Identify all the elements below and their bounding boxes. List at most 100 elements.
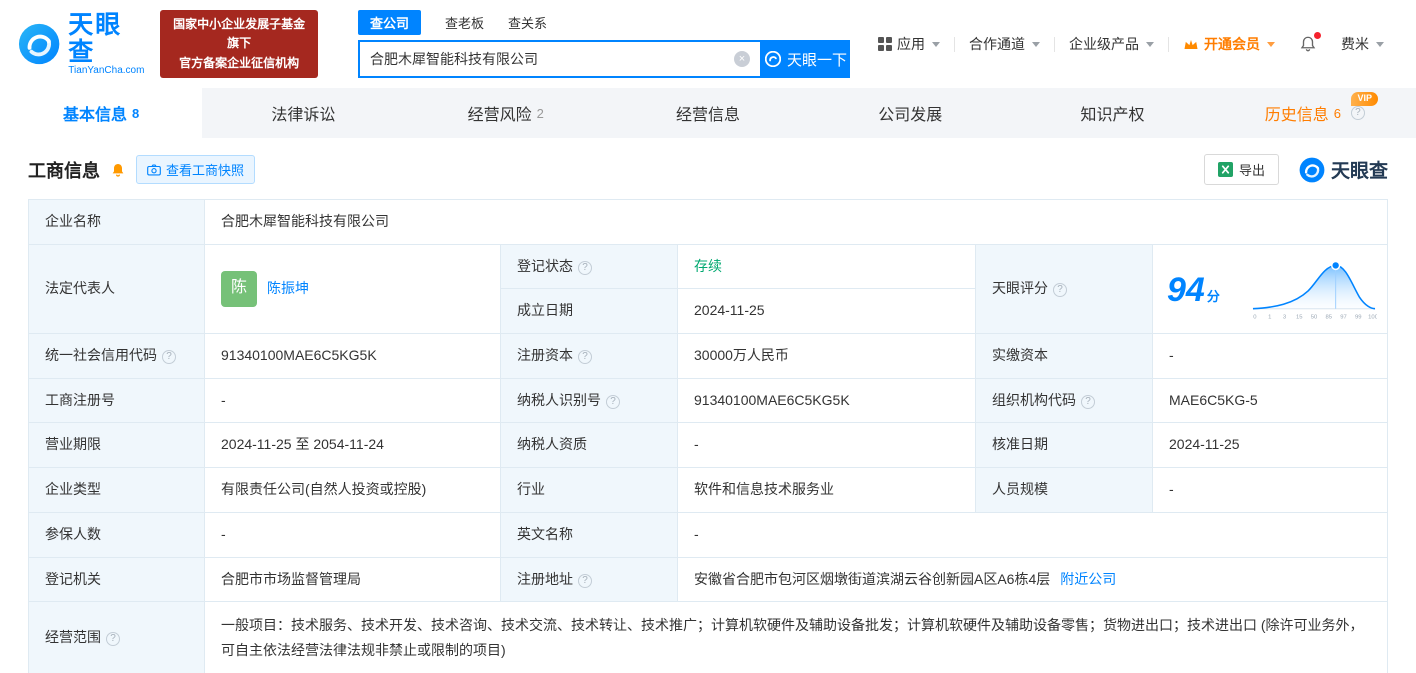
field-label-text: 注册资本	[517, 347, 573, 364]
help-icon[interactable]	[578, 260, 592, 275]
svg-text:50: 50	[1311, 314, 1318, 320]
search-button-logo-icon	[764, 51, 781, 67]
view-snapshot-button[interactable]: 查看工商快照	[136, 155, 256, 184]
search-button-label: 天眼一下	[786, 51, 847, 69]
tianyancha-logo[interactable]: 天眼查 TianYanCha.com	[18, 12, 146, 76]
help-icon[interactable]	[162, 350, 176, 365]
search-button[interactable]: 天眼一下	[762, 40, 850, 78]
search-box	[358, 40, 762, 78]
menu-user-label: 费米	[1341, 36, 1369, 52]
help-icon[interactable]	[1081, 394, 1095, 409]
search-tabs: 查公司 查老板 查关系	[358, 10, 850, 35]
company-name-value: 合肥木犀智能科技有限公司	[204, 199, 1388, 245]
taxpayer-id-value: 91340100MAE6C5KG5K	[677, 377, 976, 424]
chevron-down-icon	[1267, 41, 1275, 47]
camera-icon	[147, 164, 161, 175]
search-tab-relation[interactable]: 查关系	[508, 10, 547, 35]
business-info-header: 工商信息 查看工商快照 导出 天眼查	[0, 138, 1416, 197]
taxpayer-quality-value: -	[677, 422, 976, 469]
establish-date-label: 成立日期	[500, 288, 678, 335]
legal-rep-link[interactable]: 陈振坤	[267, 278, 309, 300]
tab-label: 法律诉讼	[271, 107, 336, 124]
field-label-text: 登记状态	[517, 257, 573, 274]
tab-count: 2	[536, 105, 544, 121]
badge-line-2: 官方备案企业征信机构	[179, 55, 300, 70]
tab-legal-proceedings[interactable]: 法律诉讼	[202, 88, 404, 138]
notification-bell[interactable]	[1289, 32, 1327, 53]
table-row: 营业期限 2024-11-25 至 2054-11-24 纳税人资质 - 核准日…	[28, 422, 1388, 469]
tab-operation-info[interactable]: 经营信息	[607, 88, 809, 138]
tab-count: 8	[132, 105, 140, 121]
watermark-logo-icon	[1299, 157, 1325, 182]
table-row: 经营范围 一般项目：技术服务、技术开发、技术咨询、技术交流、技术转让、技术推广；…	[28, 601, 1388, 673]
reg-authority-value: 合肥市市场监督管理局	[204, 556, 501, 603]
help-icon[interactable]	[1053, 283, 1067, 298]
menu-user[interactable]: 费米	[1327, 34, 1398, 54]
field-label-text: 组织机构代码	[992, 391, 1076, 408]
search-tab-boss[interactable]: 查老板	[445, 10, 484, 35]
watermark-text: 天眼查	[1330, 161, 1388, 182]
table-row: 法定代表人 陈 陈振坤 登记状态 存续 天眼评分 94分	[28, 243, 1388, 335]
score-value: 94 分 0 1 3 15 50 85 97 99 100	[1152, 243, 1388, 335]
apps-grid-icon	[878, 37, 892, 51]
subscribe-bell-icon[interactable]	[110, 162, 126, 178]
search-tab-company[interactable]: 查公司	[358, 10, 422, 35]
help-icon[interactable]	[606, 394, 620, 409]
help-icon[interactable]	[578, 573, 592, 588]
svg-text:0: 0	[1253, 314, 1257, 320]
chevron-down-icon	[1032, 41, 1040, 47]
logo-text: 天眼查	[68, 11, 123, 66]
table-row: 参保人数 - 英文名称 -	[28, 511, 1388, 558]
tab-basic-info[interactable]: 基本信息 8	[0, 88, 203, 138]
menu-vip-upgrade[interactable]: 开通会员	[1169, 34, 1289, 54]
chevron-down-icon	[1376, 41, 1384, 47]
reg-capital-label: 注册资本	[500, 333, 678, 379]
reg-address-label: 注册地址	[500, 556, 678, 603]
table-row: 工商注册号 - 纳税人识别号 91340100MAE6C5KG5K 组织机构代码…	[28, 377, 1388, 424]
nearby-companies-link[interactable]: 附近公司	[1060, 571, 1116, 587]
vip-badge: VIP	[1351, 92, 1378, 106]
insured-count-value: -	[204, 511, 501, 558]
score-curve-chart: 0 1 3 15 50 85 97 99 100	[1252, 260, 1377, 320]
reg-number-value: -	[204, 377, 501, 424]
clear-search-icon[interactable]	[734, 51, 750, 67]
business-term-value: 2024-11-25 至 2054-11-24	[204, 422, 501, 469]
industry-value: 软件和信息技术服务业	[677, 467, 976, 513]
menu-enterprise-products[interactable]: 企业级产品	[1055, 34, 1168, 54]
table-row: 企业名称 合肥木犀智能科技有限公司	[28, 199, 1388, 245]
help-icon[interactable]	[1350, 106, 1365, 120]
topbar: 天眼查 TianYanCha.com 国家中小企业发展子基金旗下 官方备案企业征…	[0, 0, 1416, 88]
tab-company-development[interactable]: 公司发展	[809, 88, 1011, 138]
export-button[interactable]: 导出	[1203, 154, 1279, 185]
insured-count-label: 参保人数	[28, 511, 205, 558]
company-type-value: 有限责任公司(自然人投资或控股)	[204, 467, 501, 513]
tab-intellectual-property[interactable]: 知识产权	[1011, 88, 1213, 138]
field-label-text: 注册地址	[517, 570, 573, 587]
english-name-label: 英文名称	[500, 511, 678, 558]
menu-partner-label: 合作通道	[969, 36, 1025, 52]
legal-rep-label: 法定代表人	[28, 243, 205, 335]
reg-address-text: 安徽省合肥市包河区烟墩街道滨湖云谷创新园A区A6栋4层	[694, 570, 1051, 587]
tab-history-info[interactable]: VIP 历史信息 6	[1214, 88, 1416, 138]
menu-apps-label: 应用	[897, 36, 925, 52]
staff-size-value: -	[1152, 467, 1388, 513]
english-name-value: -	[677, 511, 1388, 558]
top-menu: 应用 合作通道 企业级产品 开通会员 费米	[864, 32, 1398, 54]
tab-operation-risk[interactable]: 经营风险 2	[405, 88, 607, 138]
svg-text:3: 3	[1283, 314, 1287, 320]
menu-apps[interactable]: 应用	[864, 34, 954, 54]
field-label-text: 纳税人识别号	[517, 391, 601, 408]
score-label: 天眼评分	[975, 243, 1153, 335]
menu-enterprise-label: 企业级产品	[1069, 36, 1139, 52]
svg-text:100: 100	[1368, 314, 1377, 320]
business-info-table: 企业名称 合肥木犀智能科技有限公司 法定代表人 陈 陈振坤 登记状态 存续 天眼…	[28, 199, 1388, 673]
company-nav-tabs: 基本信息 8 法律诉讼 经营风险 2 经营信息 公司发展 知识产权 VIP 历史…	[0, 88, 1416, 138]
help-icon[interactable]	[106, 631, 120, 646]
reg-status-label: 登记状态	[500, 243, 678, 290]
menu-partner-channel[interactable]: 合作通道	[955, 34, 1054, 54]
paid-capital-label: 实缴资本	[975, 333, 1153, 379]
help-icon[interactable]	[578, 350, 592, 365]
chevron-down-icon	[932, 41, 940, 47]
search-input[interactable]	[370, 51, 734, 67]
snapshot-button-label: 查看工商快照	[166, 163, 245, 178]
